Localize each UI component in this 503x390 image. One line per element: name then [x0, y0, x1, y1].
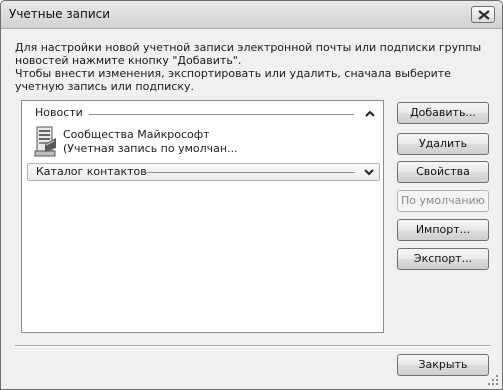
- group-divider-line: [89, 114, 354, 115]
- description-line-2: Чтобы внести изменения, экспортировать и…: [15, 67, 451, 93]
- remove-button[interactable]: Удалить: [397, 133, 489, 155]
- chevron-down-icon[interactable]: [363, 166, 375, 178]
- window-close-button[interactable]: [471, 6, 495, 23]
- group-label: Каталог контактов: [36, 165, 147, 178]
- group-header-contacts[interactable]: Каталог контактов: [27, 163, 380, 181]
- group-label: Новости: [35, 106, 83, 119]
- resize-grip-icon[interactable]: [487, 374, 499, 386]
- import-button[interactable]: Импорт...: [397, 219, 489, 241]
- export-button[interactable]: Экспорт...: [397, 248, 489, 270]
- set-default-button[interactable]: По умолчанию: [397, 190, 489, 212]
- account-subtitle: (Учетная запись по умолчан...: [63, 142, 238, 155]
- accounts-list[interactable]: Новости Сообщества Майкрософт (Учетная з…: [21, 100, 384, 333]
- accounts-dialog: Учетные записи Для настройки новой учетн…: [0, 0, 503, 390]
- window-title: Учетные записи: [9, 7, 111, 21]
- add-button[interactable]: Добавить...: [397, 102, 489, 124]
- footer-divider: [15, 345, 490, 347]
- group-divider-line: [146, 172, 355, 173]
- close-icon: [478, 10, 490, 20]
- title-bar[interactable]: Учетные записи: [1, 1, 502, 29]
- close-button[interactable]: Закрыть: [397, 354, 489, 376]
- properties-button[interactable]: Свойства: [397, 161, 489, 183]
- group-header-news[interactable]: Новости: [27, 106, 380, 122]
- description-line-1: Для настройки новой учетной записи элект…: [15, 41, 482, 67]
- account-name: Сообщества Майкрософт: [63, 128, 210, 141]
- news-server-icon: [34, 126, 56, 157]
- chevron-up-icon[interactable]: [364, 108, 376, 120]
- account-item[interactable]: Сообщества Майкрософт (Учетная запись по…: [34, 126, 364, 160]
- description: Для настройки новой учетной записи элект…: [15, 41, 493, 93]
